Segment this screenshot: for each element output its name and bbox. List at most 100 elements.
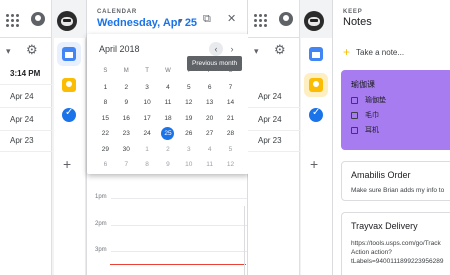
- close-icon[interactable]: ✕: [227, 12, 236, 25]
- day-cell-next-month[interactable]: 4: [199, 142, 220, 158]
- day-cell[interactable]: 29: [95, 142, 116, 158]
- day-cell-next-month[interactable]: 11: [199, 157, 220, 173]
- day-cell[interactable]: 12: [178, 95, 199, 111]
- apps-grid-icon[interactable]: [254, 14, 267, 27]
- calendar-icon[interactable]: [309, 47, 323, 61]
- day-cell[interactable]: 22: [95, 126, 116, 142]
- day-cell[interactable]: 23: [116, 126, 137, 142]
- checkbox[interactable]: [351, 111, 358, 119]
- day-cell[interactable]: 24: [137, 126, 158, 142]
- calendar-panel: CALENDAR Wednesday, Apr 25 ▼ ⧉ ✕ April 2…: [86, 0, 249, 275]
- day-cell-next-month[interactable]: 12: [220, 157, 241, 173]
- note-card[interactable]: 瑜伽课 瑜伽垫 毛巾 耳机: [341, 70, 450, 150]
- day-cell[interactable]: 30: [116, 142, 137, 158]
- checklist-item-label: 耳机: [365, 127, 379, 134]
- day-cell[interactable]: 26: [178, 126, 199, 142]
- add-icon[interactable]: +: [63, 157, 71, 171]
- day-cell[interactable]: 4: [158, 80, 179, 96]
- note-card[interactable]: Trayvax Delivery https://tools.usps.com/…: [341, 212, 450, 275]
- calendar-icon[interactable]: [62, 47, 76, 61]
- account-icon[interactable]: [279, 12, 293, 26]
- list-item-time[interactable]: Apr 24: [248, 86, 300, 108]
- calendar-app-label: CALENDAR: [97, 9, 138, 15]
- chevron-down-icon[interactable]: ▾: [254, 46, 259, 57]
- list-item-time[interactable]: Apr 23: [0, 130, 52, 152]
- keep-icon[interactable]: [62, 78, 76, 92]
- note-body: Action action?: [351, 249, 392, 256]
- day-cell-next-month[interactable]: 3: [178, 142, 199, 158]
- day-cell[interactable]: 15: [95, 111, 116, 127]
- day-cell[interactable]: 11: [158, 95, 179, 111]
- middle-app-pane: ▾ ⚙ Apr 24 Apr 24 Apr 23: [248, 0, 300, 275]
- apps-grid-icon[interactable]: [6, 14, 19, 27]
- list-item-time[interactable]: Apr 24: [0, 86, 52, 108]
- note-title: 瑜伽课: [351, 80, 375, 89]
- day-cell-next-month[interactable]: 6: [95, 157, 116, 173]
- day-cell[interactable]: 2: [116, 80, 137, 96]
- gear-icon[interactable]: ⚙: [26, 42, 38, 58]
- left-app-topbar: [0, 0, 52, 38]
- side-rail-left: +: [54, 38, 86, 275]
- hour-label: 1pm: [95, 194, 107, 200]
- list-item-time[interactable]: Apr 24: [0, 109, 52, 131]
- open-in-new-icon[interactable]: ⧉: [203, 13, 211, 26]
- day-cell[interactable]: 18: [158, 111, 179, 127]
- day-cell[interactable]: 13: [199, 95, 220, 111]
- checklist-item[interactable]: 瑜伽垫: [342, 90, 450, 105]
- keep-panel: KEEP Notes + Take a note... 瑜伽课 瑜伽垫 毛巾 耳机…: [332, 0, 450, 275]
- day-cell-next-month[interactable]: 9: [158, 157, 179, 173]
- note-card[interactable]: Amabilis Order Make sure Brian adds my i…: [341, 161, 450, 201]
- day-cell[interactable]: 19: [178, 111, 199, 127]
- chevron-down-icon[interactable]: ▾: [6, 46, 11, 57]
- checklist-item[interactable]: 毛巾: [342, 105, 450, 120]
- previous-month-button[interactable]: ‹: [209, 42, 223, 56]
- day-cell[interactable]: 7: [220, 80, 241, 96]
- day-cell[interactable]: 27: [199, 126, 220, 142]
- list-item-time[interactable]: Apr 24: [248, 109, 300, 131]
- scrollbar-track[interactable]: [244, 206, 245, 275]
- checklist-item[interactable]: 耳机: [342, 120, 450, 135]
- day-cell[interactable]: 9: [116, 95, 137, 111]
- week-row: 15 16 17 18 19 20 21: [95, 111, 241, 127]
- day-cell-next-month[interactable]: 1: [137, 142, 158, 158]
- tasks-icon[interactable]: [62, 107, 76, 122]
- day-cell-next-month[interactable]: 2: [158, 142, 179, 158]
- day-cell[interactable]: 3: [137, 80, 158, 96]
- checkbox[interactable]: [351, 96, 358, 104]
- chevron-down-icon[interactable]: ▼: [177, 18, 184, 25]
- previous-month-tooltip: Previous month: [187, 56, 243, 71]
- keep-icon[interactable]: [309, 78, 323, 92]
- list-item-time[interactable]: 3:14 PM: [0, 63, 52, 85]
- day-cell[interactable]: 8: [95, 95, 116, 111]
- next-month-button[interactable]: ›: [225, 42, 239, 56]
- desktop: ▾ ⚙ 3:14 PM Apr 24 Apr 24 Apr 23 + CALEN…: [0, 0, 450, 275]
- day-cell[interactable]: 28: [220, 126, 241, 142]
- weekday-label: W: [165, 68, 171, 74]
- take-note-button[interactable]: + Take a note...: [343, 44, 450, 60]
- day-cell[interactable]: 21: [220, 111, 241, 127]
- day-cell[interactable]: 16: [116, 111, 137, 127]
- take-note-label: Take a note...: [356, 48, 405, 57]
- day-cell[interactable]: 5: [178, 80, 199, 96]
- calendar-header: CALENDAR Wednesday, Apr 25 ▼ ⧉ ✕: [87, 0, 249, 36]
- day-cell-next-month[interactable]: 10: [178, 157, 199, 173]
- list-item-time[interactable]: Apr 23: [248, 130, 300, 152]
- hour-label: 2pm: [95, 221, 107, 227]
- day-cell[interactable]: 10: [137, 95, 158, 111]
- gear-icon[interactable]: ⚙: [274, 42, 286, 58]
- day-cell[interactable]: 14: [220, 95, 241, 111]
- avatar[interactable]: [57, 11, 77, 31]
- day-cell[interactable]: 6: [199, 80, 220, 96]
- tasks-icon[interactable]: [309, 107, 323, 122]
- day-cell-next-month[interactable]: 7: [116, 157, 137, 173]
- day-cell-next-month[interactable]: 5: [220, 142, 241, 158]
- add-icon[interactable]: +: [310, 157, 318, 171]
- checkbox[interactable]: [351, 126, 358, 134]
- day-cell-today[interactable]: 25: [158, 126, 179, 142]
- account-icon[interactable]: [31, 12, 45, 26]
- avatar[interactable]: [304, 11, 324, 31]
- day-cell-next-month[interactable]: 8: [137, 157, 158, 173]
- day-cell[interactable]: 20: [199, 111, 220, 127]
- day-cell[interactable]: 17: [137, 111, 158, 127]
- day-cell[interactable]: 1: [95, 80, 116, 96]
